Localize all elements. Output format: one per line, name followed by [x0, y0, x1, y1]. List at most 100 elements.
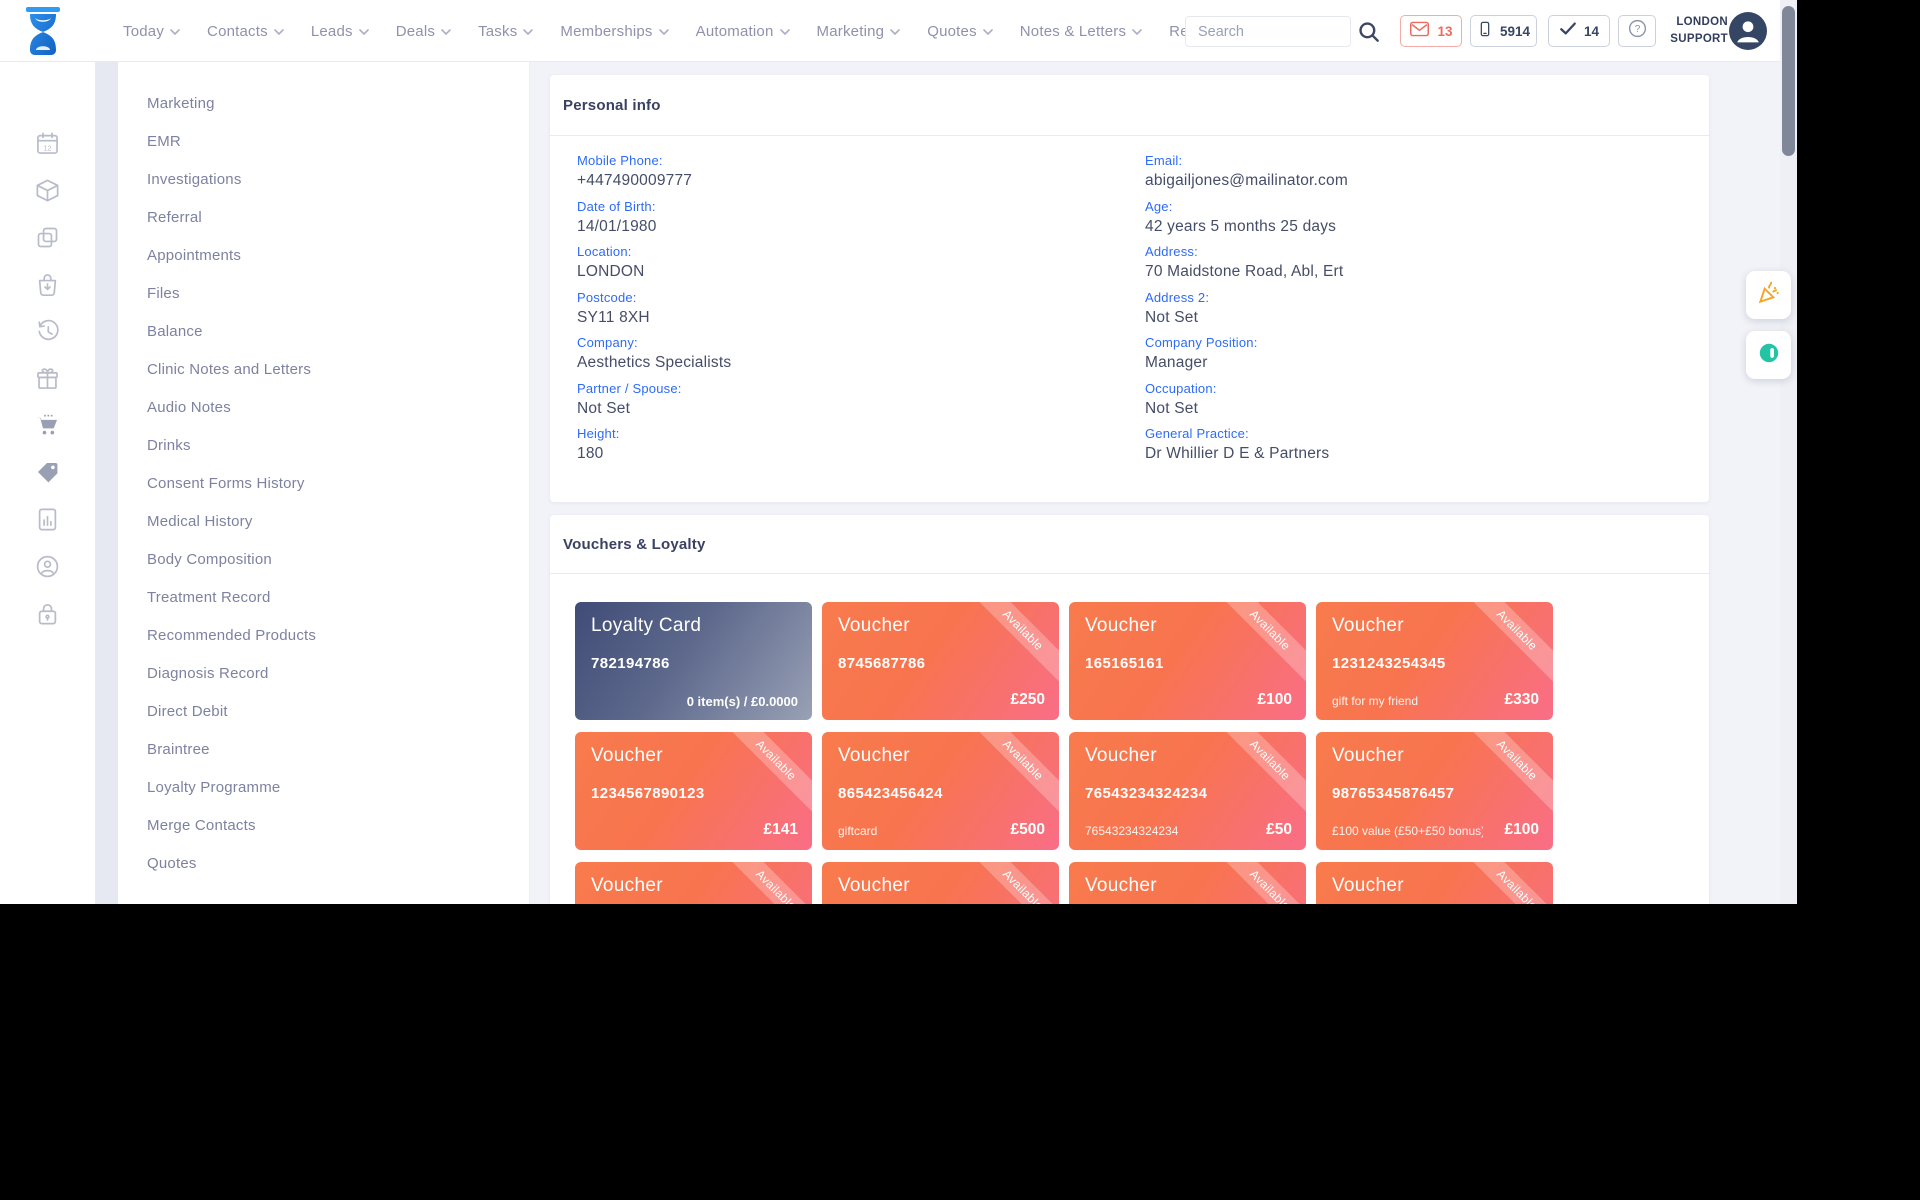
account-icon[interactable] — [34, 553, 61, 580]
history-icon[interactable] — [34, 318, 61, 345]
party-icon — [1756, 280, 1782, 311]
sidebar-item-audio-notes[interactable]: Audio Notes — [147, 399, 507, 423]
icon-rail: 12 — [0, 62, 95, 904]
report-icon[interactable] — [34, 506, 61, 533]
nav-item-leads[interactable]: Leads — [311, 22, 369, 40]
nav-item-today[interactable]: Today — [123, 22, 180, 40]
help-badge[interactable]: ? — [1618, 15, 1656, 47]
badge-count: 5914 — [1500, 24, 1530, 39]
search-input[interactable] — [1186, 17, 1350, 46]
chevron-down-icon — [659, 22, 669, 40]
info-field-address-2: Address 2:Not Set — [1145, 290, 1348, 336]
nav-item-tasks[interactable]: Tasks — [478, 22, 533, 40]
tile-price: £141 — [764, 821, 798, 839]
voucher-tile[interactable]: AvailableVoucher765432343242347654323432… — [1069, 732, 1306, 850]
badge-count: 14 — [1584, 24, 1599, 39]
voucher-tile[interactable]: AvailableVoucher8745687786£250 — [822, 602, 1059, 720]
field-value: abigailjones@mailinator.com — [1145, 172, 1348, 190]
contact-sidebar-menu: Marketing EMR Investigations Referral Appoin… — [118, 62, 530, 904]
pabau-hourglass-logo[interactable] — [21, 7, 65, 57]
messages-badge[interactable]: 13 — [1400, 15, 1462, 47]
tile-price: £50 — [1266, 821, 1292, 839]
scrollbar-track[interactable] — [1780, 0, 1797, 904]
sidebar-item-treatment-record[interactable]: Treatment Record — [147, 589, 507, 613]
search-icon[interactable] — [1356, 19, 1382, 45]
nav-item-automation[interactable]: Automation — [696, 22, 790, 40]
chevron-down-icon — [274, 22, 284, 40]
calendar-icon[interactable]: 12 — [34, 130, 61, 157]
sidebar-item-files[interactable]: Files — [147, 285, 507, 309]
available-ribbon: Available — [715, 862, 812, 904]
nav-item-memberships[interactable]: Memberships — [560, 22, 668, 40]
live-chat-button[interactable] — [1746, 331, 1791, 379]
info-field-partner-spouse: Partner / Spouse:Not Set — [577, 381, 731, 427]
package-icon[interactable] — [34, 177, 61, 204]
voucher-tile[interactable]: AvailableVoucher — [822, 862, 1059, 904]
tile-number: 1231243254345 — [1332, 655, 1446, 672]
sidebar-item-drinks[interactable]: Drinks — [147, 437, 507, 461]
voucher-tile[interactable]: AvailableVoucher98765345876457£100 value… — [1316, 732, 1553, 850]
sidebar-item-braintree[interactable]: Braintree — [147, 741, 507, 765]
sidebar-item-recommended-products[interactable]: Recommended Products — [147, 627, 507, 651]
tile-price: £100 — [1258, 691, 1292, 709]
nav-item-contacts[interactable]: Contacts — [207, 22, 284, 40]
copy-icon[interactable] — [34, 224, 61, 251]
field-value: SY11 8XH — [577, 309, 731, 327]
nav-item-deals[interactable]: Deals — [396, 22, 451, 40]
info-field-postcode: Postcode:SY11 8XH — [577, 290, 731, 336]
tag-icon[interactable] — [34, 459, 61, 486]
sidebar-item-quotes[interactable]: Quotes — [147, 855, 507, 879]
account-line1: LONDON — [1652, 14, 1728, 31]
tasks-done-badge[interactable]: 14 — [1548, 15, 1610, 47]
field-label: Company Position: — [1145, 335, 1348, 350]
personal-info-header: Personal info — [550, 75, 1709, 136]
whats-new-button[interactable] — [1746, 271, 1791, 319]
loyalty-card-tile[interactable]: Loyalty Card7821947860 item(s) / £0.0000 — [575, 602, 812, 720]
sidebar-item-balance[interactable]: Balance — [147, 323, 507, 347]
nav-item-notes-letters[interactable]: Notes & Letters — [1020, 22, 1142, 40]
voucher-tile[interactable]: AvailableVoucher865423456424giftcard£500 — [822, 732, 1059, 850]
nav-item-marketing[interactable]: Marketing — [817, 22, 901, 40]
available-ribbon: Available — [1456, 862, 1553, 904]
tile-subtitle: 76543234324234 — [1085, 824, 1236, 838]
cart-icon[interactable] — [34, 412, 61, 439]
voucher-tile[interactable]: AvailableVoucher — [1069, 862, 1306, 904]
sidebar-item-loyalty-programme[interactable]: Loyalty Programme — [147, 779, 507, 803]
calls-badge[interactable]: 5914 — [1470, 15, 1537, 47]
sidebar-item-merge-contacts[interactable]: Merge Contacts — [147, 817, 507, 841]
voucher-tile[interactable]: AvailableVoucher1231243254345gift for my… — [1316, 602, 1553, 720]
field-value: 180 — [577, 445, 731, 463]
nav-item-quotes[interactable]: Quotes — [927, 22, 993, 40]
sidebar-item-emr[interactable]: EMR — [147, 133, 507, 157]
sidebar-item-clinic-notes-and-letters[interactable]: Clinic Notes and Letters — [147, 361, 507, 385]
personal-info-right-column: Email:abigailjones@mailinator.comAge:42 … — [1145, 153, 1348, 472]
sidebar-item-marketing[interactable]: Marketing — [147, 95, 507, 119]
lock-icon[interactable] — [34, 600, 61, 627]
gift-icon[interactable] — [34, 365, 61, 392]
sidebar-item-consent-forms-history[interactable]: Consent Forms History — [147, 475, 507, 499]
field-label: Company: — [577, 335, 731, 350]
sidebar-item-diagnosis-record[interactable]: Diagnosis Record — [147, 665, 507, 689]
user-avatar-icon[interactable] — [1729, 12, 1767, 50]
voucher-tile[interactable]: AvailableVoucher1234567890123£141 — [575, 732, 812, 850]
sidebar-item-medical-history[interactable]: Medical History — [147, 513, 507, 537]
tile-price: £100 — [1505, 821, 1539, 839]
field-value: 70 Maidstone Road, Abl, Ert — [1145, 263, 1348, 281]
voucher-tile[interactable]: AvailableVoucher — [1316, 862, 1553, 904]
sidebar-item-direct-debit[interactable]: Direct Debit — [147, 703, 507, 727]
account-line2: SUPPORT — [1652, 31, 1728, 48]
sidebar-item-investigations[interactable]: Investigations — [147, 171, 507, 195]
tile-number: 782194786 — [591, 655, 670, 672]
sidebar-item-body-composition[interactable]: Body Composition — [147, 551, 507, 575]
voucher-tile[interactable]: AvailableVoucher165165161£100 — [1069, 602, 1306, 720]
voucher-tile[interactable]: AvailableVoucher — [575, 862, 812, 904]
sidebar-item-appointments[interactable]: Appointments — [147, 247, 507, 271]
main-nav: Today Contacts Leads Deals Tasks Memberships A… — [123, 0, 1299, 62]
sidebar-item-referral[interactable]: Referral — [147, 209, 507, 233]
scrollbar-thumb[interactable] — [1782, 6, 1795, 156]
info-field-general-practice: General Practice:Dr Whillier D E & Partn… — [1145, 426, 1348, 472]
field-value: Manager — [1145, 354, 1348, 372]
tile-title: Voucher — [591, 745, 663, 767]
field-value: Not Set — [1145, 400, 1348, 418]
shopping-bag-icon[interactable] — [34, 271, 61, 298]
